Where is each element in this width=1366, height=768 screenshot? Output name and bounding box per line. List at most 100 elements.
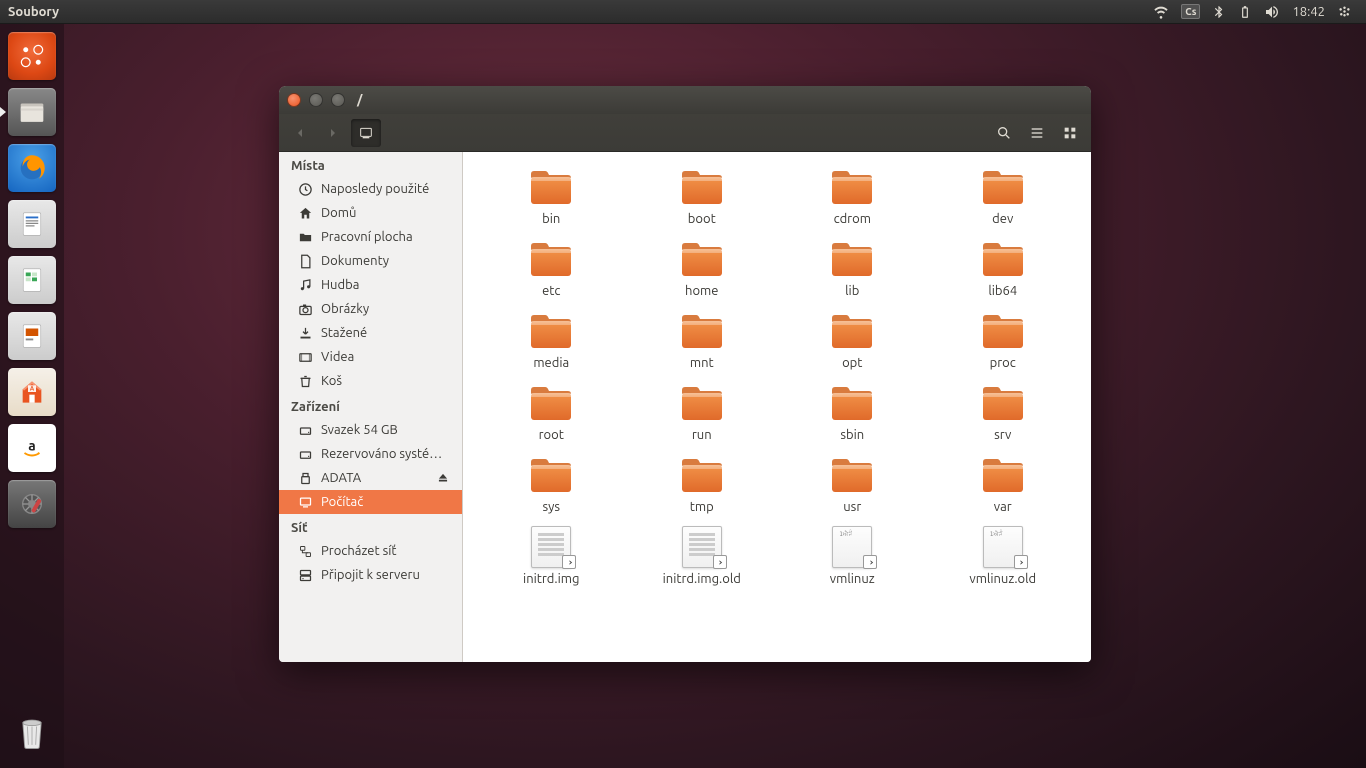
shortcut-icon [1014,555,1028,569]
file-item[interactable]: vmlinuz [782,524,923,588]
wifi-indicator[interactable] [1153,4,1169,20]
sidebar-item[interactable]: Naposledy použité [279,177,462,201]
forward-button[interactable] [318,119,348,147]
file-label: var [994,500,1012,514]
file-item[interactable]: etc [481,236,622,300]
file-item[interactable]: var [933,452,1074,516]
folder-icon [828,166,876,208]
sidebar-item-label: Pracovní plocha [321,230,450,244]
file-item[interactable]: lib64 [933,236,1074,300]
session-indicator[interactable] [1337,4,1352,19]
folder-icon [979,310,1027,352]
folder-icon [527,166,575,208]
drive-icon [297,422,313,438]
settings-launcher[interactable] [6,478,58,530]
file-label: srv [994,428,1011,442]
file-label: root [539,428,564,442]
sound-indicator[interactable] [1264,4,1280,20]
file-item[interactable]: lib [782,236,923,300]
sidebar-item-label: Naposledy použité [321,182,450,196]
sidebar-item[interactable]: Pracovní plocha [279,225,462,249]
file-item[interactable]: tmp [632,452,773,516]
file-item[interactable]: sbin [782,380,923,444]
file-item[interactable]: cdrom [782,164,923,228]
pathbar-root[interactable] [351,119,381,147]
file-item[interactable]: srv [933,380,1074,444]
sidebar-item[interactable]: Obrázky [279,297,462,321]
sidebar-item[interactable]: Počítač [279,490,462,514]
sidebar-item[interactable]: Hudba [279,273,462,297]
file-label: sbin [840,428,864,442]
firefox-launcher[interactable] [6,142,58,194]
file-item[interactable]: media [481,308,622,372]
bluetooth-indicator[interactable] [1212,5,1226,19]
trash-launcher[interactable] [6,706,58,758]
file-item[interactable]: initrd.img [481,524,622,588]
file-item[interactable]: vmlinuz.old [933,524,1074,588]
eject-icon[interactable] [436,471,450,485]
file-item[interactable]: usr [782,452,923,516]
folder-icon [979,382,1027,424]
search-button[interactable] [989,119,1019,147]
file-item[interactable]: boot [632,164,773,228]
view-list-button[interactable] [1022,119,1052,147]
file-icon [527,526,575,568]
software-center-launcher[interactable]: A [6,366,58,418]
sidebar-item[interactable]: Stažené [279,321,462,345]
doc-icon [297,253,313,269]
shortcut-icon [863,555,877,569]
sidebar-item[interactable]: Domů [279,201,462,225]
sidebar-item-label: Dokumenty [321,254,450,268]
view-grid-button[interactable] [1055,119,1085,147]
file-label: cdrom [834,212,871,226]
window-titlebar[interactable]: / [279,86,1091,114]
file-item[interactable]: home [632,236,773,300]
file-item[interactable]: bin [481,164,622,228]
maximize-button[interactable] [331,93,345,107]
sidebar-item[interactable]: Připojit k serveru [279,563,462,587]
impress-launcher[interactable] [6,310,58,362]
clock[interactable]: 18:42 [1292,5,1325,19]
file-label: lib [845,284,859,298]
file-item[interactable]: run [632,380,773,444]
file-item[interactable]: mnt [632,308,773,372]
calc-launcher[interactable] [6,254,58,306]
minimize-button[interactable] [309,93,323,107]
drive-icon [297,446,313,462]
file-item[interactable]: proc [933,308,1074,372]
file-item[interactable]: dev [933,164,1074,228]
sidebar-item[interactable]: Rezervováno systé… [279,442,462,466]
shortcut-icon [562,555,576,569]
sidebar-item[interactable]: Procházet síť [279,539,462,563]
back-button[interactable] [285,119,315,147]
file-label: vmlinuz [830,572,875,586]
keyboard-layout-indicator[interactable]: Cs [1181,4,1200,19]
file-item[interactable]: initrd.img.old [632,524,773,588]
file-view[interactable]: binboot cdrom dev etchome lib lib64 mediamntop… [463,152,1091,662]
window-title: / [357,93,362,107]
file-label: lib64 [988,284,1017,298]
trash-icon [297,373,313,389]
sidebar-item[interactable]: Svazek 54 GB [279,418,462,442]
file-label: tmp [690,500,714,514]
file-item[interactable]: opt [782,308,923,372]
music-icon [297,277,313,293]
dash-button[interactable] [6,30,58,82]
file-item[interactable]: sys [481,452,622,516]
sidebar-item[interactable]: Videa [279,345,462,369]
home-icon [297,205,313,221]
sidebar-item-label: Stažené [321,326,450,340]
computer-icon [297,494,313,510]
amazon-launcher[interactable]: a [6,422,58,474]
sidebar-item[interactable]: Dokumenty [279,249,462,273]
battery-indicator[interactable] [1238,5,1252,19]
file-item[interactable]: root [481,380,622,444]
sidebar-item[interactable]: ADATA [279,466,462,490]
files-launcher[interactable] [6,86,58,138]
close-button[interactable] [287,93,301,107]
writer-launcher[interactable] [6,198,58,250]
sidebar-item[interactable]: Koš [279,369,462,393]
folder-icon [297,229,313,245]
sidebar-item-label: Svazek 54 GB [321,423,450,437]
folder-icon [828,454,876,496]
